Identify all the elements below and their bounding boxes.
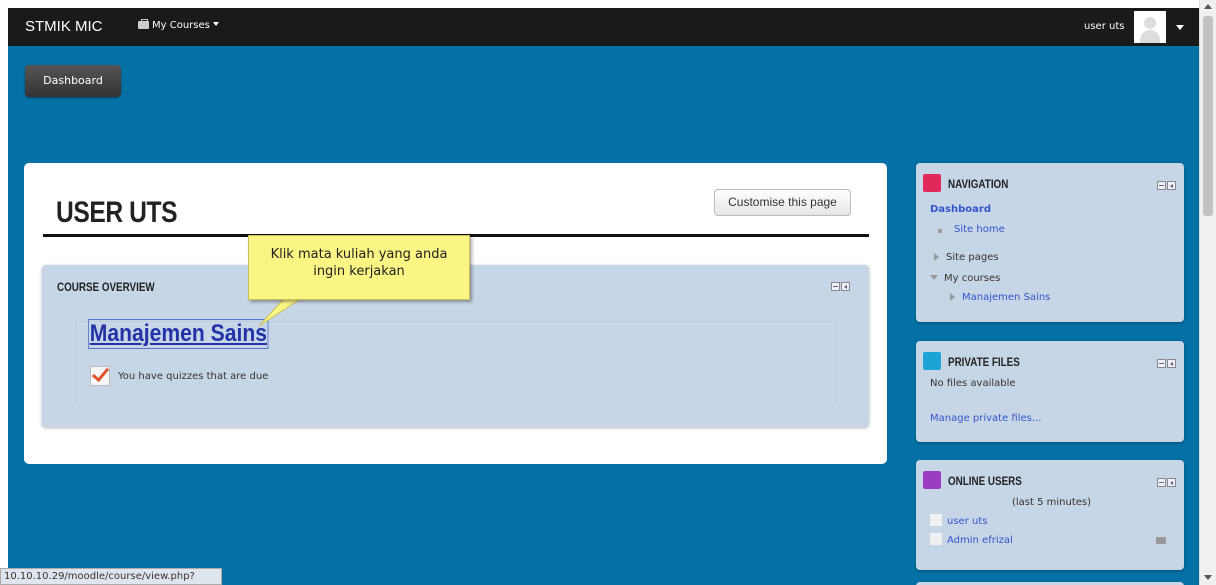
collapse-arrow-icon — [930, 275, 938, 280]
sitemap-icon — [923, 174, 941, 192]
checkmark-icon — [90, 366, 110, 386]
expand-arrow-icon — [950, 293, 955, 301]
user-menu-caret-icon[interactable] — [1176, 25, 1184, 30]
online-user-name: Admin efrizal — [947, 535, 1013, 546]
page-scrollbar[interactable] — [1199, 0, 1216, 585]
instruction-callout: Klik mata kuliah yang anda ingin kerjaka… — [248, 235, 470, 300]
nav-course-label: Manajemen Sains — [962, 292, 1051, 303]
block-controls — [1156, 179, 1176, 193]
navigation-block: NAVIGATION Dashboard Site home Site page… — [916, 163, 1184, 322]
message-icon[interactable] — [1156, 537, 1166, 544]
dock-icon[interactable] — [1167, 478, 1176, 487]
no-files-text: No files available — [930, 378, 1016, 389]
nav-my-courses-label: My courses — [944, 273, 1001, 284]
online-user-name: user uts — [947, 516, 988, 527]
dashboard-button[interactable]: Dashboard — [25, 65, 121, 97]
users-icon — [923, 471, 941, 489]
minimize-icon[interactable] — [1157, 359, 1166, 368]
block-controls — [1156, 357, 1176, 371]
site-brand-link[interactable]: STMIK MIC — [25, 18, 103, 35]
expand-arrow-icon — [934, 253, 939, 261]
scroll-down-arrow-icon[interactable] — [1204, 575, 1212, 580]
course-link-manajemen-sains[interactable]: Manajemen Sains — [88, 319, 269, 349]
my-courses-menu[interactable]: My Courses — [138, 19, 219, 31]
user-avatar-icon — [930, 514, 942, 526]
nav-site-pages-label: Site pages — [946, 252, 999, 263]
online-users-period: (last 5 minutes) — [1012, 497, 1092, 508]
scroll-up-arrow-icon[interactable] — [1204, 4, 1212, 9]
online-user[interactable]: Admin efrizal — [930, 533, 1013, 546]
online-users-block: ONLINE USERS (last 5 minutes) user uts A… — [916, 460, 1184, 570]
navigation-title: NAVIGATION — [948, 177, 1009, 191]
minimize-icon[interactable] — [1157, 478, 1166, 487]
private-files-title: PRIVATE FILES — [948, 355, 1020, 369]
top-navbar: STMIK MIC My Courses user uts — [8, 8, 1199, 46]
callout-line-1: Klik mata kuliah yang anda — [270, 247, 448, 262]
callout-line-2: ingin kerjakan — [313, 264, 405, 279]
manage-private-files-link[interactable]: Manage private files... — [930, 413, 1041, 424]
scroll-thumb[interactable] — [1203, 16, 1213, 216]
minimize-icon[interactable] — [831, 282, 840, 291]
customise-page-button[interactable]: Customise this page — [714, 189, 851, 216]
user-avatar[interactable] — [1134, 11, 1166, 43]
quiz-notice-text[interactable]: You have quizzes that are due — [118, 371, 268, 382]
user-avatar-icon — [930, 533, 942, 545]
nav-dashboard[interactable]: Dashboard — [930, 204, 991, 215]
dock-icon[interactable] — [1167, 359, 1176, 368]
nav-site-home-label: Site home — [954, 224, 1005, 235]
browser-status-bar: 10.10.10.29/moodle/course/view.php?id=40 — [0, 568, 222, 585]
main-region: USER UTS Customise this page COURSE OVER… — [24, 163, 887, 464]
nav-course-manajemen-sains[interactable]: Manajemen Sains — [950, 292, 1050, 303]
block-controls — [1156, 476, 1176, 490]
online-user[interactable]: user uts — [930, 514, 987, 527]
private-files-block: PRIVATE FILES No files available Manage … — [916, 341, 1184, 442]
bullet-icon — [938, 229, 942, 233]
page-title: USER UTS — [56, 196, 178, 229]
caret-down-icon — [212, 22, 219, 26]
moodle-page: STMIK MIC My Courses user uts Dashboard … — [8, 8, 1199, 585]
nav-site-home[interactable]: Site home — [938, 224, 1005, 235]
folder-icon — [923, 352, 941, 370]
course-overview-title: COURSE OVERVIEW — [57, 280, 155, 294]
minimize-icon[interactable] — [1157, 181, 1166, 190]
user-menu-name[interactable]: user uts — [1084, 21, 1124, 32]
nav-my-courses[interactable]: My courses — [930, 273, 1000, 284]
dock-icon[interactable] — [1167, 181, 1176, 190]
nav-site-pages[interactable]: Site pages — [934, 252, 999, 263]
block-controls — [830, 280, 850, 294]
my-courses-label: My Courses — [152, 20, 210, 31]
dock-icon[interactable] — [841, 282, 850, 291]
briefcase-icon — [138, 19, 149, 29]
online-users-title: ONLINE USERS — [948, 474, 1022, 488]
